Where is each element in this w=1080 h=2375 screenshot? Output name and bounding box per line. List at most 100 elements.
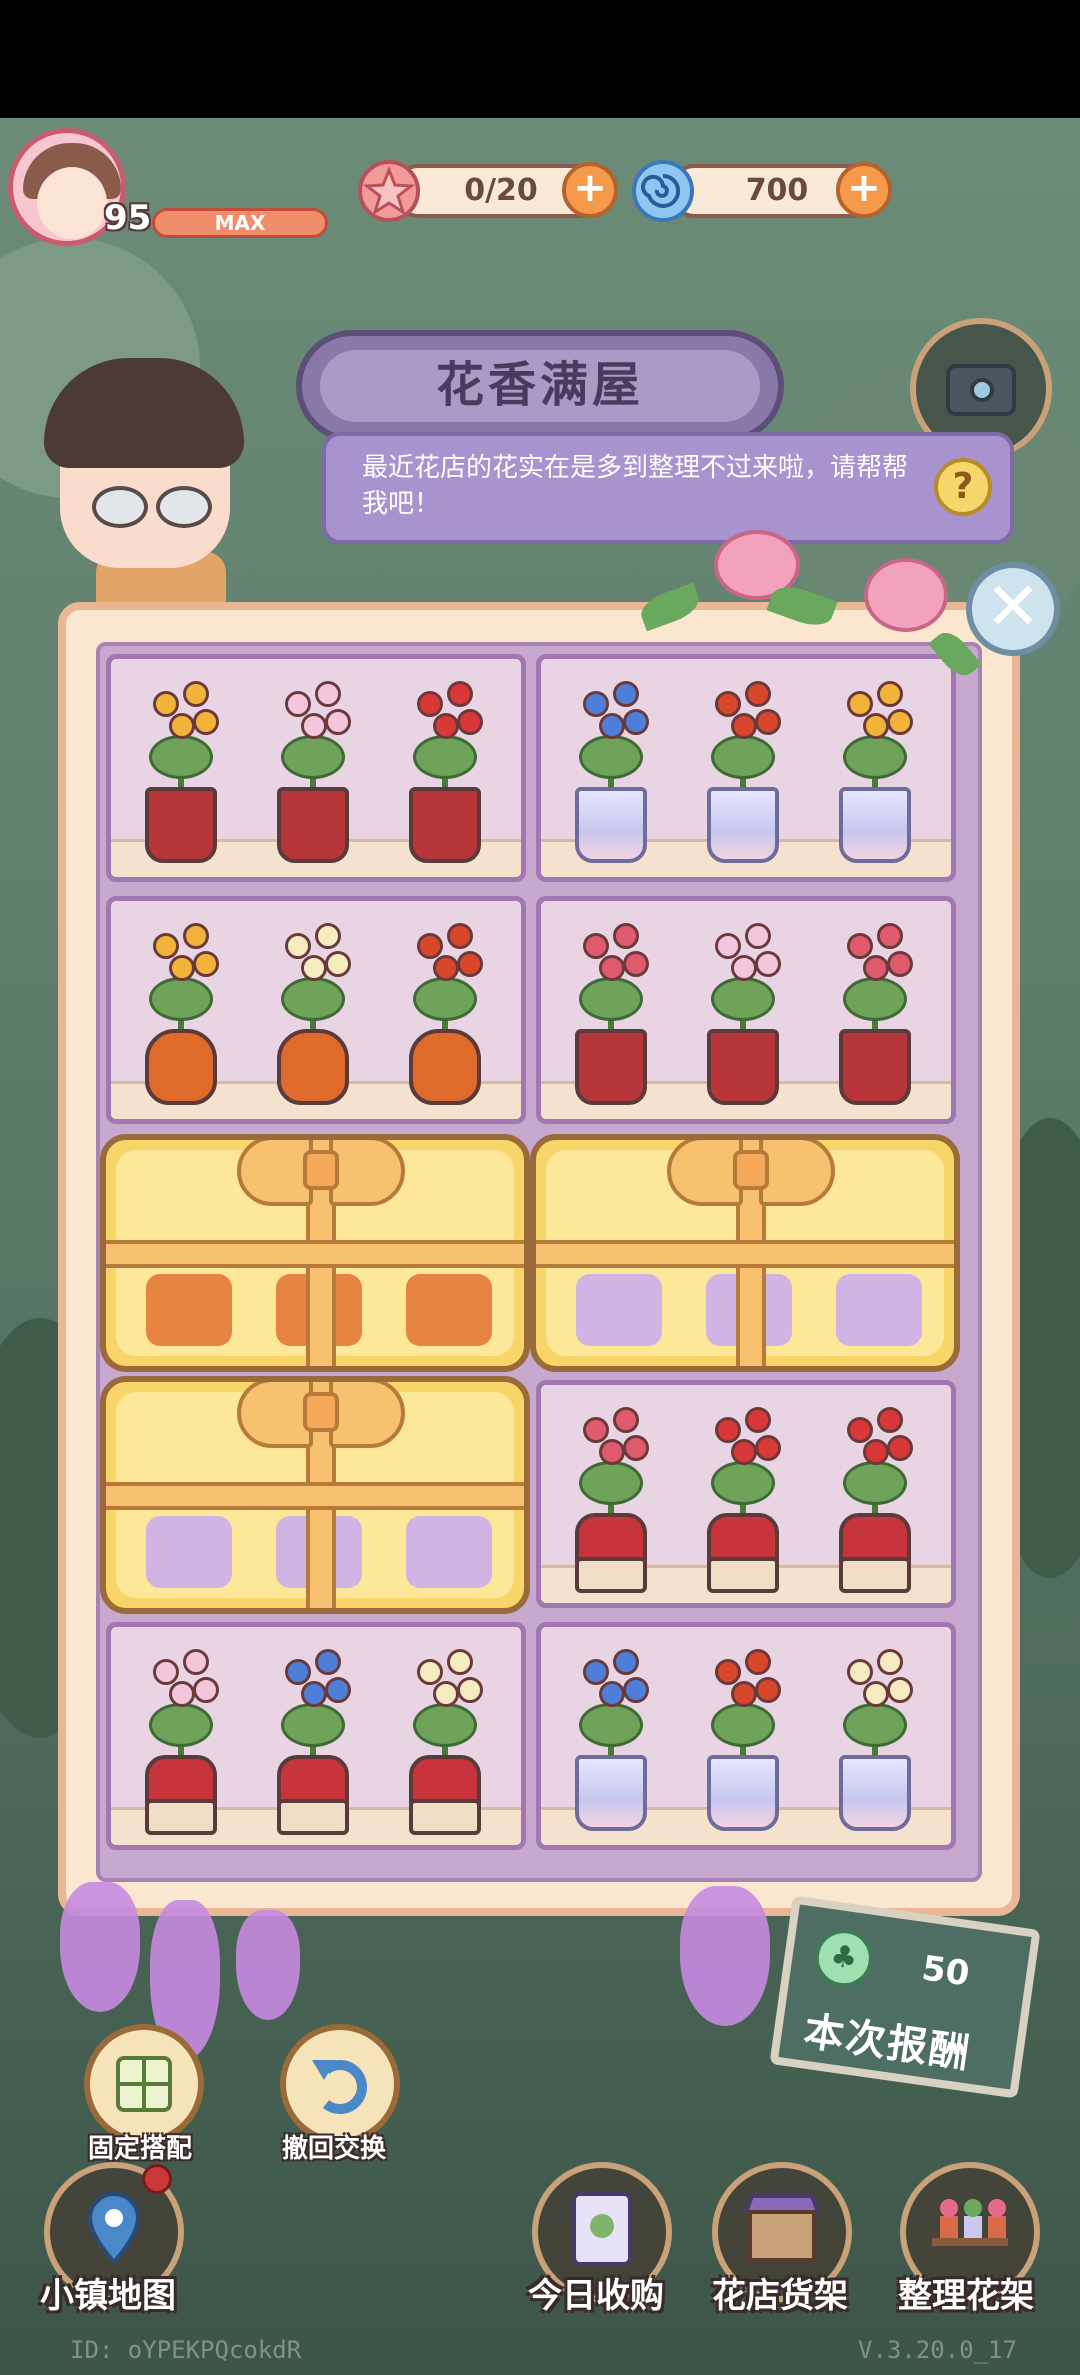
flower-star-icon — [358, 160, 420, 222]
flower-bloom — [847, 691, 873, 717]
foliage — [413, 1703, 477, 1747]
flower-bloom — [433, 955, 459, 981]
flower-bloom — [877, 1407, 903, 1433]
foliage — [711, 977, 775, 1021]
player-id: ID: oYPEKPQcokdR — [70, 2336, 302, 2364]
orchid-pink-plant[interactable] — [693, 905, 793, 1105]
lily-plant[interactable] — [395, 1631, 495, 1835]
orchid-red-plant[interactable] — [561, 905, 661, 1105]
orchid-pink-plant[interactable] — [131, 1631, 231, 1835]
osmanthus-plant[interactable] — [131, 905, 231, 1105]
forget-me-not-plant[interactable] — [263, 1631, 363, 1835]
flower-bloom — [731, 1439, 757, 1465]
gift-box-shelf[interactable] — [530, 1134, 960, 1372]
flower-bloom — [301, 713, 327, 739]
flower-bloom — [863, 1681, 889, 1707]
flower-bloom — [583, 933, 609, 959]
flower-pot — [839, 1513, 911, 1593]
flower-bloom — [583, 691, 609, 717]
flower-pot — [409, 1029, 481, 1105]
flower-bloom — [863, 1439, 889, 1465]
close-button[interactable]: ✕ — [966, 562, 1060, 656]
flower-pot — [277, 787, 349, 863]
flower-shelf[interactable] — [106, 1622, 526, 1850]
glasses-left — [92, 486, 148, 528]
flower-bloom — [731, 955, 757, 981]
hidden-pot — [146, 1516, 232, 1588]
flower-bloom — [193, 1677, 219, 1703]
flower-bloom — [193, 709, 219, 735]
flower-bloom — [613, 923, 639, 949]
lily-plant[interactable] — [263, 905, 363, 1105]
hidden-pot — [406, 1516, 492, 1588]
flower-bloom — [847, 1417, 873, 1443]
bird-of-paradise-plant[interactable] — [693, 663, 793, 863]
flower-bloom — [153, 691, 179, 717]
flower-pot — [409, 1755, 481, 1835]
red-kalanchoe-plant[interactable] — [693, 1389, 793, 1593]
flower-shelf[interactable] — [536, 1622, 956, 1850]
flower-bloom — [583, 1417, 609, 1443]
page-title: 花香满屋 — [320, 350, 760, 422]
flower-shelf[interactable] — [106, 896, 526, 1124]
flower-pot — [707, 1755, 779, 1831]
fixed-match-button[interactable] — [84, 2024, 204, 2144]
forget-me-not-plant[interactable] — [561, 663, 661, 863]
flower-pot — [575, 787, 647, 863]
red-kalanchoe-plant[interactable] — [825, 1389, 925, 1593]
orchid-red-plant[interactable] — [825, 905, 925, 1105]
gift-ribbon — [106, 1482, 524, 1510]
hidden-pot — [406, 1274, 492, 1346]
foliage — [281, 735, 345, 779]
flower-bloom — [325, 709, 351, 735]
flower-pot — [707, 787, 779, 863]
bird-of-paradise-plant[interactable] — [395, 905, 495, 1105]
flower-bloom — [613, 1407, 639, 1433]
flower-bloom — [433, 1681, 459, 1707]
flower-bloom — [877, 1649, 903, 1675]
osmanthus-plant[interactable] — [131, 663, 231, 863]
rose-decoration — [864, 558, 948, 632]
reward-label: 本次报酬 — [801, 2008, 974, 2078]
gift-box-shelf[interactable] — [100, 1134, 530, 1372]
flower-pot — [839, 1755, 911, 1831]
bird-of-paradise-plant[interactable] — [693, 1631, 793, 1831]
foliage — [579, 1703, 643, 1747]
town-map-label: 小镇地图 — [40, 2276, 176, 2316]
gift-ribbon — [536, 1240, 954, 1268]
reward-amount: 50 — [919, 1948, 972, 1995]
undo-swap-button[interactable] — [280, 2024, 400, 2144]
gift-bow-icon — [237, 1140, 405, 1212]
osmanthus-plant[interactable] — [825, 663, 925, 863]
foliage — [149, 977, 213, 1021]
hidden-pot — [576, 1274, 662, 1346]
notification-dot — [142, 2164, 172, 2194]
flower-bloom — [315, 681, 341, 707]
flower-pot — [839, 1029, 911, 1105]
flower-shelf[interactable] — [536, 654, 956, 882]
add-swirl-button[interactable]: + — [836, 162, 892, 218]
add-flower-button[interactable]: + — [562, 162, 618, 218]
orchid-pink-plant[interactable] — [263, 663, 363, 863]
orchid-red-plant[interactable] — [561, 1389, 661, 1593]
flower-bloom — [863, 955, 889, 981]
forget-me-not-plant[interactable] — [561, 1631, 661, 1831]
flower-shelf[interactable] — [106, 654, 526, 882]
flower-bloom — [447, 681, 473, 707]
flower-shelf[interactable] — [536, 1380, 956, 1608]
foliage — [413, 735, 477, 779]
flower-bloom — [623, 709, 649, 735]
red-kalanchoe-plant[interactable] — [395, 663, 495, 863]
flower-bloom — [433, 713, 459, 739]
flower-bloom — [745, 681, 771, 707]
flower-bloom — [599, 955, 625, 981]
flower-bloom — [315, 923, 341, 949]
flower-bloom — [583, 1659, 609, 1685]
lily-plant[interactable] — [825, 1631, 925, 1831]
flower-pot — [575, 1029, 647, 1105]
flower-bloom — [457, 709, 483, 735]
gift-box-shelf[interactable] — [100, 1376, 530, 1614]
flower-shelf[interactable] — [536, 896, 956, 1124]
help-button[interactable]: ? — [934, 458, 992, 516]
flower-bloom — [285, 691, 311, 717]
